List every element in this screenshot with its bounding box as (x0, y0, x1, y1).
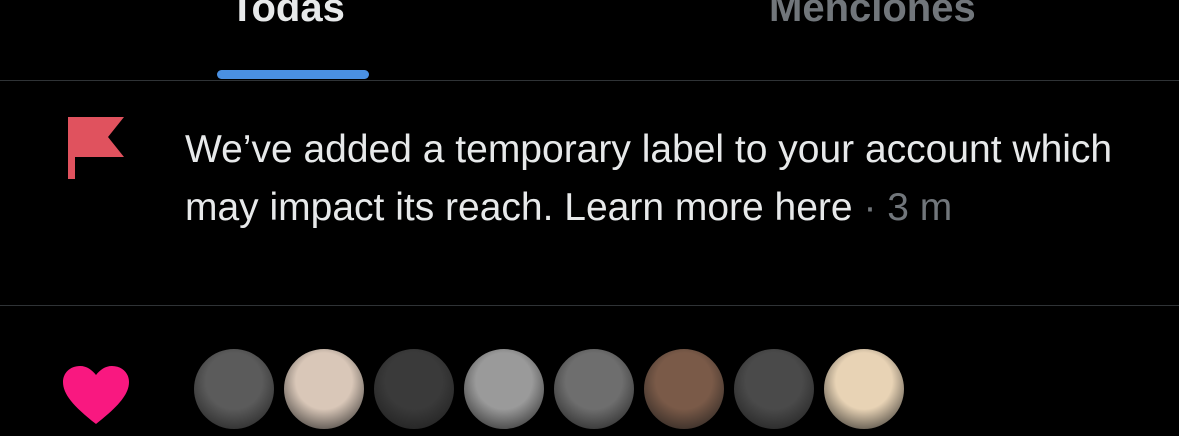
active-tab-indicator (217, 70, 369, 79)
avatar[interactable] (281, 346, 367, 432)
notification-timestamp: 3 m (887, 186, 953, 229)
notification-separator: · (852, 186, 888, 229)
notification-message[interactable]: We’ve added a temporary label to your ac… (185, 128, 1112, 229)
notifications-tabs: Todas Menciones (0, 0, 1179, 80)
likes-notification-item[interactable] (0, 306, 1179, 432)
avatar[interactable] (821, 346, 907, 432)
avatar[interactable] (731, 346, 817, 432)
notification-item[interactable]: We’ve added a temporary label to your ac… (0, 81, 1179, 305)
tab-mentions[interactable]: Menciones (769, 0, 976, 31)
flag-icon (68, 117, 124, 179)
avatar[interactable] (641, 346, 727, 432)
avatar[interactable] (551, 346, 637, 432)
notification-text: We’ve added a temporary label to your ac… (185, 121, 1160, 237)
tab-all[interactable]: Todas (230, 0, 345, 31)
avatar[interactable] (371, 346, 457, 432)
heart-icon (63, 366, 129, 424)
avatar[interactable] (191, 346, 277, 432)
avatar[interactable] (461, 346, 547, 432)
